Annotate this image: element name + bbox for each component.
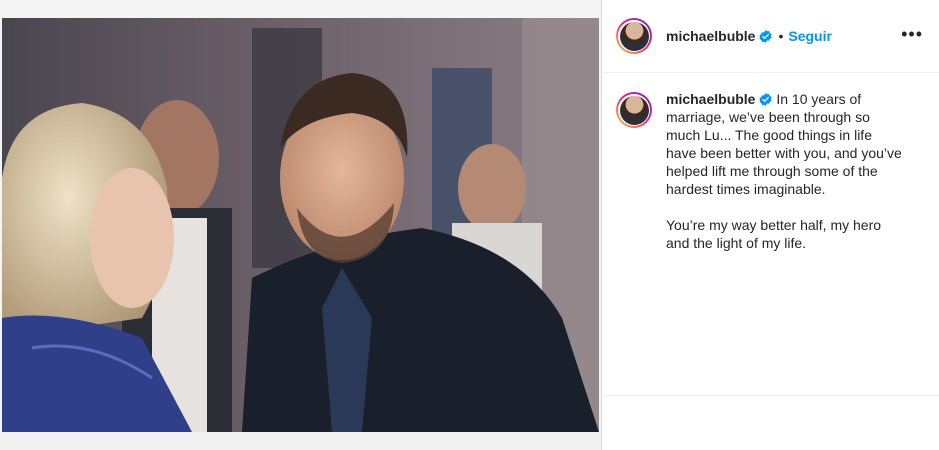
caption-text-block: michaelbuble In 10 years of marriage, we…	[666, 90, 904, 252]
caption-author-username[interactable]: michaelbuble	[666, 91, 755, 107]
caption-author-avatar[interactable]	[616, 92, 652, 128]
caption-body: In 10 years of marriage, we’ve been thro…	[666, 91, 902, 251]
separator-dot: •	[778, 28, 784, 44]
more-options-icon[interactable]: •••	[901, 25, 923, 43]
author-username[interactable]: michaelbuble	[666, 28, 755, 44]
post-header: michaelbuble • Seguir •••	[602, 0, 939, 73]
photo-illustration	[2, 18, 599, 432]
verified-badge-icon	[759, 29, 773, 43]
author-avatar[interactable]	[616, 18, 652, 54]
post-side-panel: michaelbuble • Seguir ••• michaelbuble I…	[602, 0, 939, 450]
post-photo[interactable]	[2, 18, 599, 432]
post-media-area	[0, 0, 601, 450]
avatar-photo	[619, 21, 649, 51]
verified-badge-icon	[759, 93, 773, 106]
media-bottom-bar	[0, 432, 601, 450]
follow-button[interactable]: Seguir	[788, 28, 832, 44]
post-caption: michaelbuble In 10 years of marriage, we…	[616, 90, 916, 252]
avatar-photo	[619, 95, 649, 125]
comments-divider	[602, 395, 939, 396]
